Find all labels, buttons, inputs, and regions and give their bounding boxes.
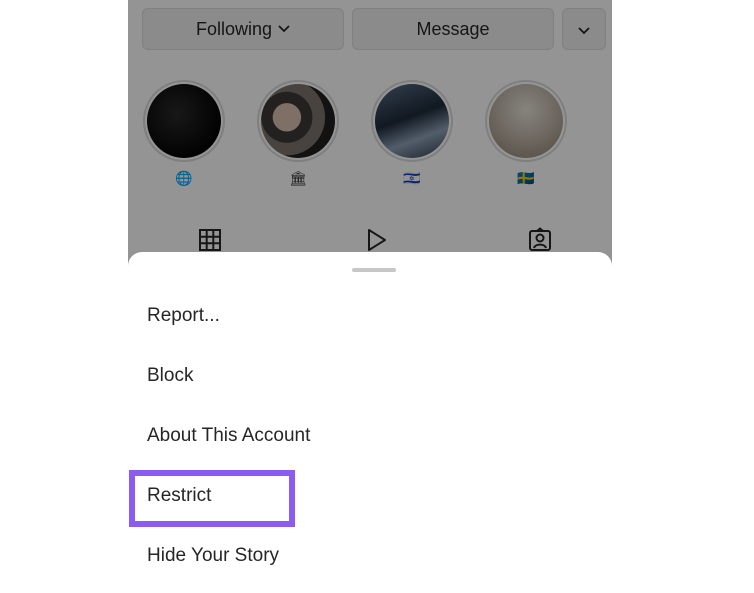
menu-item-restrict[interactable]: Restrict — [128, 466, 612, 527]
sheet-menu: Report... Block About This Account Restr… — [128, 286, 612, 586]
menu-item-about-account[interactable]: About This Account — [128, 406, 612, 466]
phone-screen: Following Message 🌐 🏛 🇮🇱 🇸🇪 Report... Bl… — [128, 0, 612, 593]
menu-item-report[interactable]: Report... — [128, 286, 612, 346]
bottom-sheet: Report... Block About This Account Restr… — [128, 252, 612, 593]
menu-item-block[interactable]: Block — [128, 346, 612, 406]
menu-item-hide-story[interactable]: Hide Your Story — [128, 526, 612, 586]
sheet-drag-handle[interactable] — [352, 268, 396, 272]
highlight-annotation-box — [129, 470, 295, 527]
